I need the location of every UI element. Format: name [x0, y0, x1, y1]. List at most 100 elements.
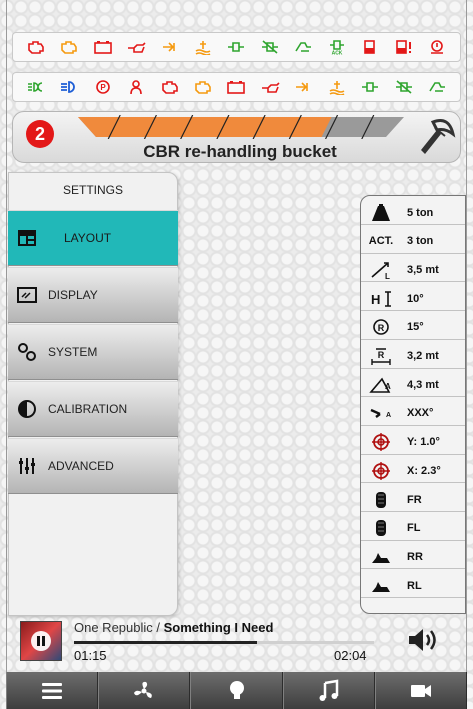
calibration-icon	[16, 398, 38, 420]
svg-text:P: P	[100, 83, 106, 92]
info-row-value: 10°	[407, 292, 424, 305]
info-row-value: 5 ton	[407, 206, 434, 219]
info-row-value: FR	[407, 493, 422, 506]
bottom-bar	[6, 672, 468, 709]
current-time: 01:15	[74, 648, 107, 663]
camera-icon	[410, 684, 431, 697]
weight-icon	[361, 202, 401, 224]
high-beam-icon	[58, 78, 80, 96]
engine-icon	[159, 78, 181, 96]
svg-text:R: R	[378, 323, 385, 333]
settings-title: SETTINGS	[62, 183, 123, 197]
info-row-value: RR	[407, 550, 423, 563]
info-row-value: 3,2 mt	[407, 350, 439, 362]
info-row-value: Y: 1.0°	[407, 436, 440, 449]
info-row-value: 3,5 mt	[407, 263, 439, 276]
info-row: FR	[361, 488, 465, 512]
oil-icon	[259, 78, 281, 96]
display-icon	[16, 284, 38, 306]
info-row-value: 4,3 mt	[407, 378, 439, 391]
warning-lights-row-1: ACK	[12, 32, 461, 62]
tire-icon	[361, 489, 401, 511]
parking-brake-icon: P	[92, 78, 114, 96]
svg-text:H: H	[371, 292, 380, 307]
info-row-value: FL	[407, 522, 421, 535]
info-row: A XXX°	[361, 402, 465, 426]
level-y-icon	[361, 431, 401, 453]
radius-icon: R	[361, 316, 401, 338]
menu-button[interactable]	[6, 672, 99, 709]
warning-lights-row-2: P	[12, 72, 461, 102]
length-icon: L	[361, 259, 401, 281]
fan-button[interactable]	[98, 672, 191, 709]
svg-text:A: A	[386, 412, 391, 419]
menu-item-label: ADVANCED	[48, 459, 114, 473]
turn-icon	[292, 78, 314, 96]
info-row-label: ACT.	[368, 235, 394, 248]
advanced-icon	[16, 455, 38, 477]
info-row: 5 ton	[361, 201, 465, 225]
svg-text:ACK: ACK	[331, 51, 342, 56]
progress-bar[interactable]	[74, 641, 374, 644]
pause-icon[interactable]	[31, 631, 51, 651]
album-art[interactable]	[20, 621, 62, 661]
song-title: Something I Need	[163, 620, 274, 635]
artist-name: One Republic	[74, 620, 153, 635]
menu-item-layout[interactable]: LAYOUT	[8, 210, 178, 266]
coolant-icon	[192, 38, 214, 56]
music-button[interactable]	[282, 672, 375, 709]
radius-distance-icon: R	[361, 345, 401, 367]
track-info: One Republic / Something I Need	[74, 620, 273, 635]
info-row-value: X: 2.3°	[407, 464, 441, 477]
info-row: ACT. 3 ton	[361, 230, 465, 254]
info-row-value: RL	[407, 579, 422, 592]
steering-icon	[292, 38, 314, 56]
battery-icon	[225, 78, 247, 96]
info-row-value: 15°	[407, 321, 424, 334]
track-separator: /	[152, 620, 164, 635]
person-icon	[125, 78, 147, 96]
total-time: 02:04	[334, 648, 367, 663]
menu-icon	[42, 682, 63, 699]
info-row: R 15°	[361, 316, 465, 340]
steering-icon	[426, 78, 448, 96]
info-row: R 3,2 mt	[361, 345, 465, 369]
battery-icon	[92, 38, 114, 56]
attachment-number-badge: 2	[26, 120, 54, 148]
parking-lights-icon	[25, 78, 47, 96]
tire-icon	[426, 38, 448, 56]
info-row: Y: 1.0°	[361, 431, 465, 455]
progress-fill	[74, 641, 257, 644]
angle-icon: A	[361, 374, 401, 396]
camera-button[interactable]	[374, 672, 468, 709]
height-icon: H	[361, 288, 401, 310]
brake-icon	[225, 38, 247, 56]
bucket-fill-gauge	[78, 115, 404, 139]
info-row: H 10°	[361, 287, 465, 312]
menu-item-label: LAYOUT	[64, 231, 112, 245]
light-button[interactable]	[190, 672, 283, 709]
level-x-icon	[361, 460, 401, 482]
menu-item-system[interactable]: SYSTEM	[8, 324, 178, 380]
menu-item-calibration[interactable]: CALIBRATION	[8, 381, 178, 437]
menu-item-display[interactable]: DISPLAY	[8, 267, 178, 323]
info-row-value: XXX°	[407, 407, 434, 420]
gauge-fill	[78, 117, 332, 137]
turn-icon	[159, 38, 181, 56]
volume-icon[interactable]	[406, 626, 440, 654]
menu-item-label: CALIBRATION	[48, 402, 128, 416]
svg-text:A: A	[385, 382, 391, 391]
fuel-alert-icon	[393, 38, 415, 56]
info-row: A 4,3 mt	[361, 373, 465, 398]
info-row-value: 3 ton	[407, 235, 434, 248]
music-icon	[319, 679, 338, 701]
info-row: FL	[361, 517, 465, 541]
menu-item-advanced[interactable]: ADVANCED	[8, 438, 178, 494]
menu-item-label: SYSTEM	[48, 345, 98, 359]
svg-text:L: L	[385, 272, 390, 280]
menu-item-label: DISPLAY	[48, 288, 98, 302]
info-row: RR	[361, 545, 465, 570]
bucket-tool-icon[interactable]	[415, 114, 457, 158]
oil-icon	[125, 38, 147, 56]
engine-icon	[58, 38, 80, 56]
